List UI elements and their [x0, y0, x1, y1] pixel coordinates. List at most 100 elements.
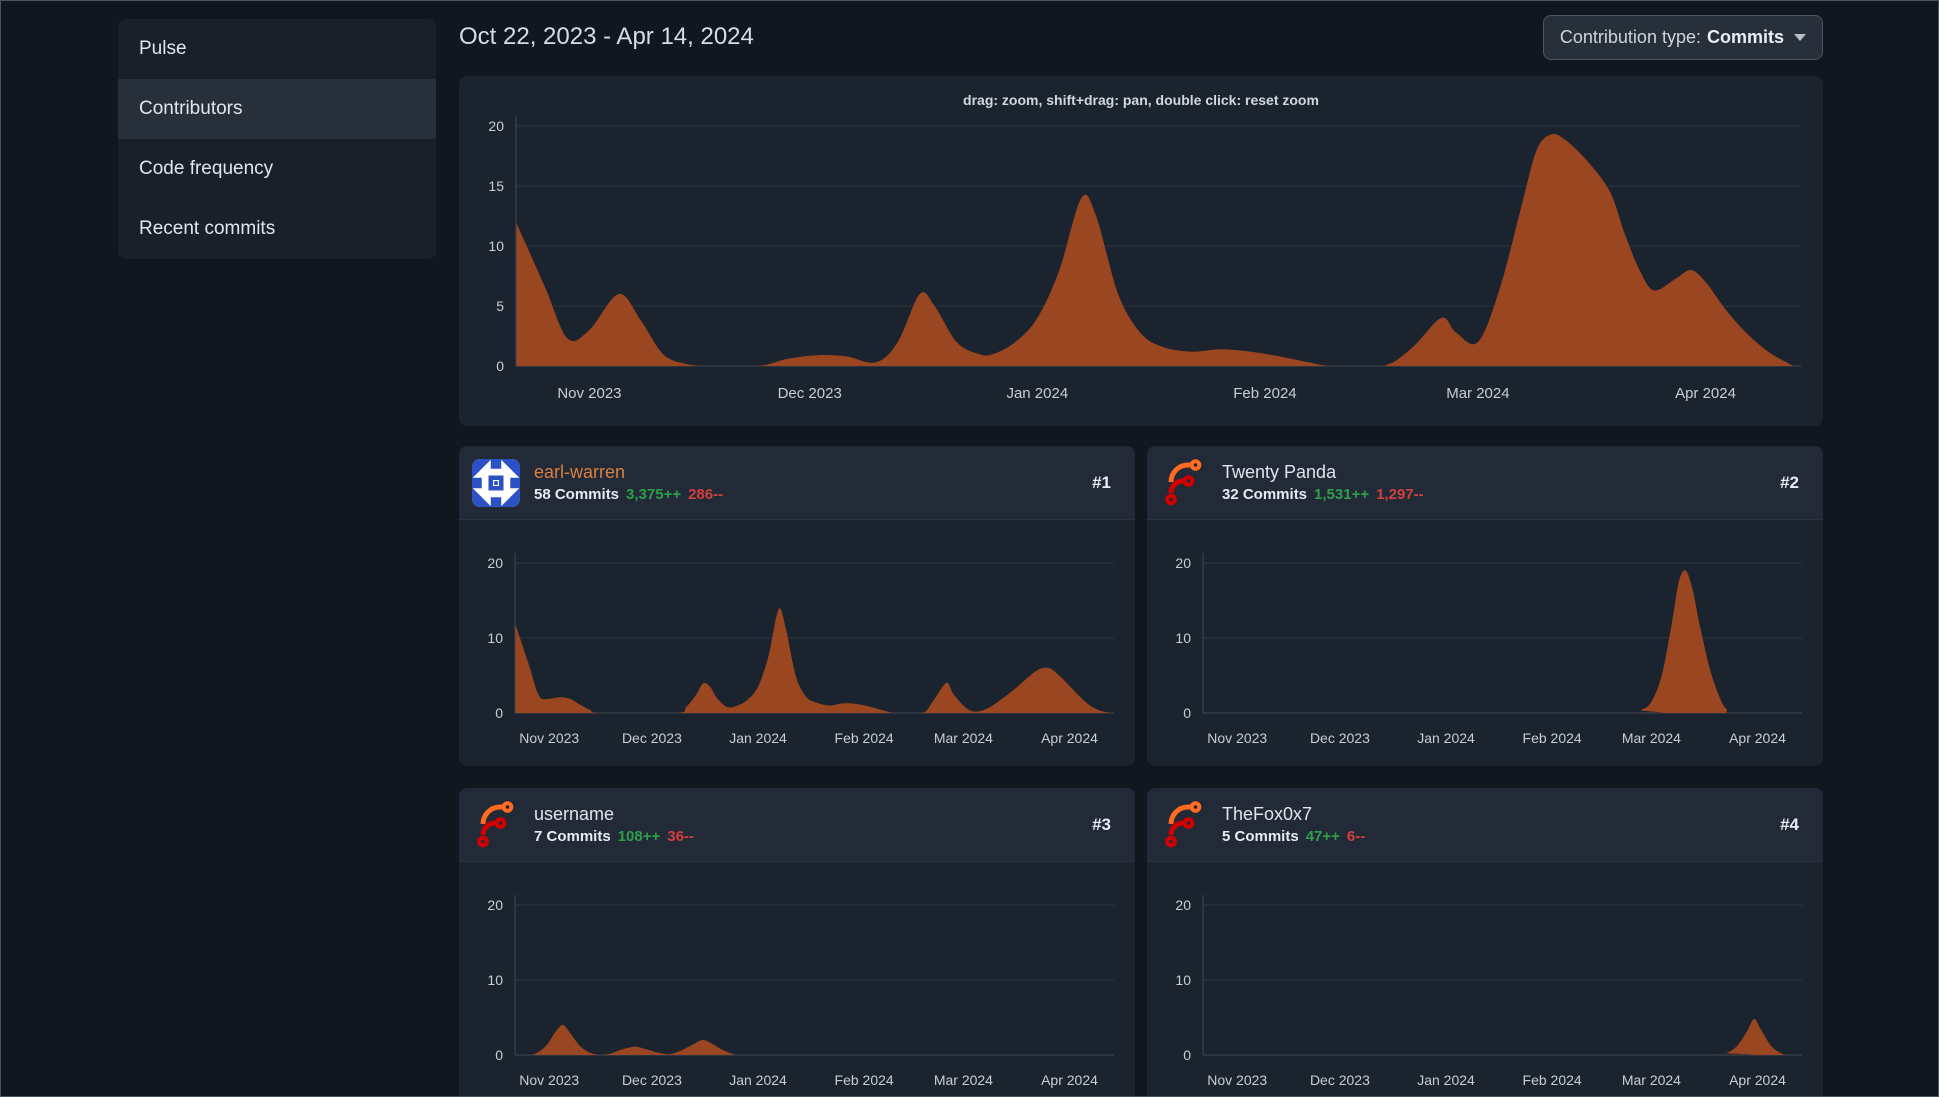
rank-badge: #3	[1092, 814, 1111, 834]
sidebar-item-recent-commits[interactable]: Recent commits	[118, 199, 436, 259]
contributor-chart[interactable]: 0 10 20 Nov 2023 Dec 2023 Jan 2024 Feb 2024 Mar…	[1147, 862, 1823, 1096]
sidebar-item-pulse[interactable]: Pulse	[118, 19, 436, 79]
x-axis-month-label: Nov 2023	[519, 730, 580, 746]
contributor-stats: 7 Commits 108++ 36--	[534, 828, 1092, 845]
x-axis-month-label: Mar 2024	[933, 730, 993, 746]
contributor-card-header: Twenty Panda 32 Commits 1,531++ 1,297-- #2	[1147, 446, 1823, 520]
additions-count: 47++	[1305, 828, 1340, 846]
contribution-type-label: Contribution type:	[1559, 27, 1701, 47]
y-axis-tick-label: 10	[487, 972, 503, 988]
contributor-info: TheFox0x7 5 Commits 47++ 6--	[1222, 804, 1780, 846]
sidebar-menu: Pulse Contributors Code frequency Recent…	[118, 19, 436, 259]
y-axis-tick-label: 0	[495, 705, 503, 721]
contributor-name-link[interactable]: earl-warren	[534, 462, 1092, 484]
x-axis-month-label: Apr 2024	[1041, 730, 1098, 746]
forgejo-logo-avatar	[1165, 800, 1202, 847]
x-axis-month-label: Jan 2024	[729, 1072, 787, 1088]
x-axis-month-label: Dec 2023	[1309, 730, 1370, 746]
deletions-count: 286--	[688, 486, 724, 504]
dropdown-caret-icon	[1794, 34, 1806, 41]
contribution-type-dropdown[interactable]: Contribution type: Commits	[1542, 15, 1823, 60]
commit-count: 7 Commits	[534, 828, 611, 846]
rank-badge: #1	[1092, 472, 1111, 492]
y-axis-tick-label: 0	[495, 1047, 503, 1063]
overall-chart-panel: 0 5 10 15 20 Nov 2023 Dec 2023 Jan 2024 Feb 2024…	[459, 76, 1823, 426]
y-axis-tick-label: 10	[1175, 630, 1191, 646]
contributor-name: username	[534, 803, 615, 824]
contribution-type-value: Commits	[1706, 27, 1784, 47]
x-axis-month-label: Feb 2024	[1522, 730, 1582, 746]
y-axis-tick-label: 20	[488, 118, 504, 134]
additions-count: 108++	[617, 828, 661, 846]
y-axis-tick-label: 20	[487, 555, 503, 571]
additions-count: 1,531++	[1314, 486, 1370, 504]
rank-badge: #4	[1780, 814, 1799, 834]
contributor-stats: 32 Commits 1,531++ 1,297--	[1222, 486, 1780, 503]
contributor-stats: 5 Commits 47++ 6--	[1222, 828, 1780, 845]
overall-contributions-chart[interactable]: 0 5 10 15 20 Nov 2023 Dec 2023 Jan 2024 Feb 2024…	[459, 76, 1823, 426]
main-content: Oct 22, 2023 - Apr 14, 2024 Contribution…	[459, 1, 1823, 1096]
y-axis-tick-label: 0	[1183, 705, 1191, 721]
contributor-card-header: earl-warren 58 Commits 3,375++ 286-- #1	[459, 446, 1135, 520]
y-axis-tick-label: 0	[1183, 1047, 1191, 1063]
deletions-count: 6--	[1346, 828, 1366, 846]
x-axis-month-label: Jan 2024	[729, 730, 787, 746]
x-axis-month-label: Mar 2024	[1621, 730, 1681, 746]
contributor-name: TheFox0x7	[1222, 803, 1313, 824]
contributor-name: Twenty Panda	[1222, 461, 1337, 482]
commit-count: 32 Commits	[1222, 486, 1308, 504]
x-axis-month-label: Mar 2024	[1621, 1072, 1681, 1088]
forgejo-logo-avatar	[1165, 458, 1202, 505]
y-axis-tick-label: 10	[487, 630, 503, 646]
x-axis-month-label: Dec 2023	[777, 385, 842, 402]
x-axis-month-label: Apr 2024	[1041, 1072, 1098, 1088]
x-axis-month-label: Jan 2024	[1417, 1072, 1475, 1088]
x-axis-month-label: Feb 2024	[834, 730, 894, 746]
contributor-chart[interactable]: 0 10 20 Nov 2023 Dec 2023 Jan 2024 Feb 2024 Mar…	[459, 862, 1135, 1096]
identicon-avatar	[472, 458, 520, 507]
y-axis-tick-label: 5	[496, 298, 504, 314]
x-axis-month-label: Dec 2023	[1309, 1072, 1370, 1088]
contributor-stats: 58 Commits 3,375++ 286--	[534, 486, 1092, 503]
x-axis-month-label: Dec 2023	[621, 1072, 682, 1088]
contributor-info: Twenty Panda 32 Commits 1,531++ 1,297--	[1222, 462, 1780, 504]
forgejo-logo-avatar	[477, 800, 514, 847]
x-axis-month-label: Nov 2023	[1207, 1072, 1268, 1088]
x-axis-month-label: Apr 2024	[1675, 385, 1736, 402]
x-axis-month-label: Feb 2024	[1233, 385, 1297, 402]
y-axis-tick-label: 0	[496, 358, 504, 374]
additions-count: 3,375++	[626, 486, 682, 504]
y-axis-tick-label: 10	[1175, 972, 1191, 988]
y-axis-tick-label: 15	[488, 178, 504, 194]
x-axis-month-label: Feb 2024	[1522, 1072, 1582, 1088]
x-axis-month-label: Apr 2024	[1729, 1072, 1786, 1088]
date-range-heading: Oct 22, 2023 - Apr 14, 2024	[459, 23, 754, 50]
contributor-info: username 7 Commits 108++ 36--	[534, 804, 1092, 846]
contributor-chart[interactable]: 0 10 20 Nov 2023 Dec 2023 Jan 2024 Feb 2024 Mar…	[1147, 520, 1823, 766]
x-axis-month-label: Mar 2024	[1446, 385, 1510, 402]
x-axis-month-label: Mar 2024	[933, 1072, 993, 1088]
contributor-card-thefox0x7: TheFox0x7 5 Commits 47++ 6-- #4 0 10 20 Nov 2…	[1147, 788, 1823, 1096]
contributor-cards: earl-warren 58 Commits 3,375++ 286-- #1 0 1…	[459, 446, 1823, 1096]
sidebar-item-contributors[interactable]: Contributors	[118, 79, 436, 139]
chart-zoom-hint: drag: zoom, shift+drag: pan, double clic…	[963, 92, 1319, 108]
commit-count: 58 Commits	[534, 486, 620, 504]
contributor-card-twenty-panda: Twenty Panda 32 Commits 1,531++ 1,297-- #2…	[1147, 446, 1823, 766]
y-axis-tick-label: 10	[488, 238, 504, 254]
x-axis-month-label: Apr 2024	[1729, 730, 1786, 746]
y-axis-tick-label: 20	[1175, 897, 1191, 913]
sidebar-item-code-frequency[interactable]: Code frequency	[118, 139, 436, 199]
y-axis-tick-label: 20	[1175, 555, 1191, 571]
x-axis-month-label: Feb 2024	[834, 1072, 894, 1088]
forgejo-contributors-page: Pulse Contributors Code frequency Recent…	[0, 0, 1939, 1097]
contributor-info: earl-warren 58 Commits 3,375++ 286--	[534, 462, 1092, 504]
contributor-card-header: TheFox0x7 5 Commits 47++ 6-- #4	[1147, 788, 1823, 862]
rank-badge: #2	[1780, 472, 1799, 492]
contributor-card-earl-warren: earl-warren 58 Commits 3,375++ 286-- #1 0 1…	[459, 446, 1135, 766]
x-axis-month-label: Dec 2023	[621, 730, 682, 746]
x-axis-month-label: Nov 2023	[557, 385, 622, 402]
deletions-count: 36--	[667, 828, 694, 846]
x-axis-month-label: Jan 2024	[1006, 385, 1069, 402]
contributor-chart[interactable]: 0 10 20 Nov 2023 Dec 2023 Jan 2024 Feb 2024 Mar…	[459, 520, 1135, 766]
x-axis-month-label: Nov 2023	[519, 1072, 580, 1088]
